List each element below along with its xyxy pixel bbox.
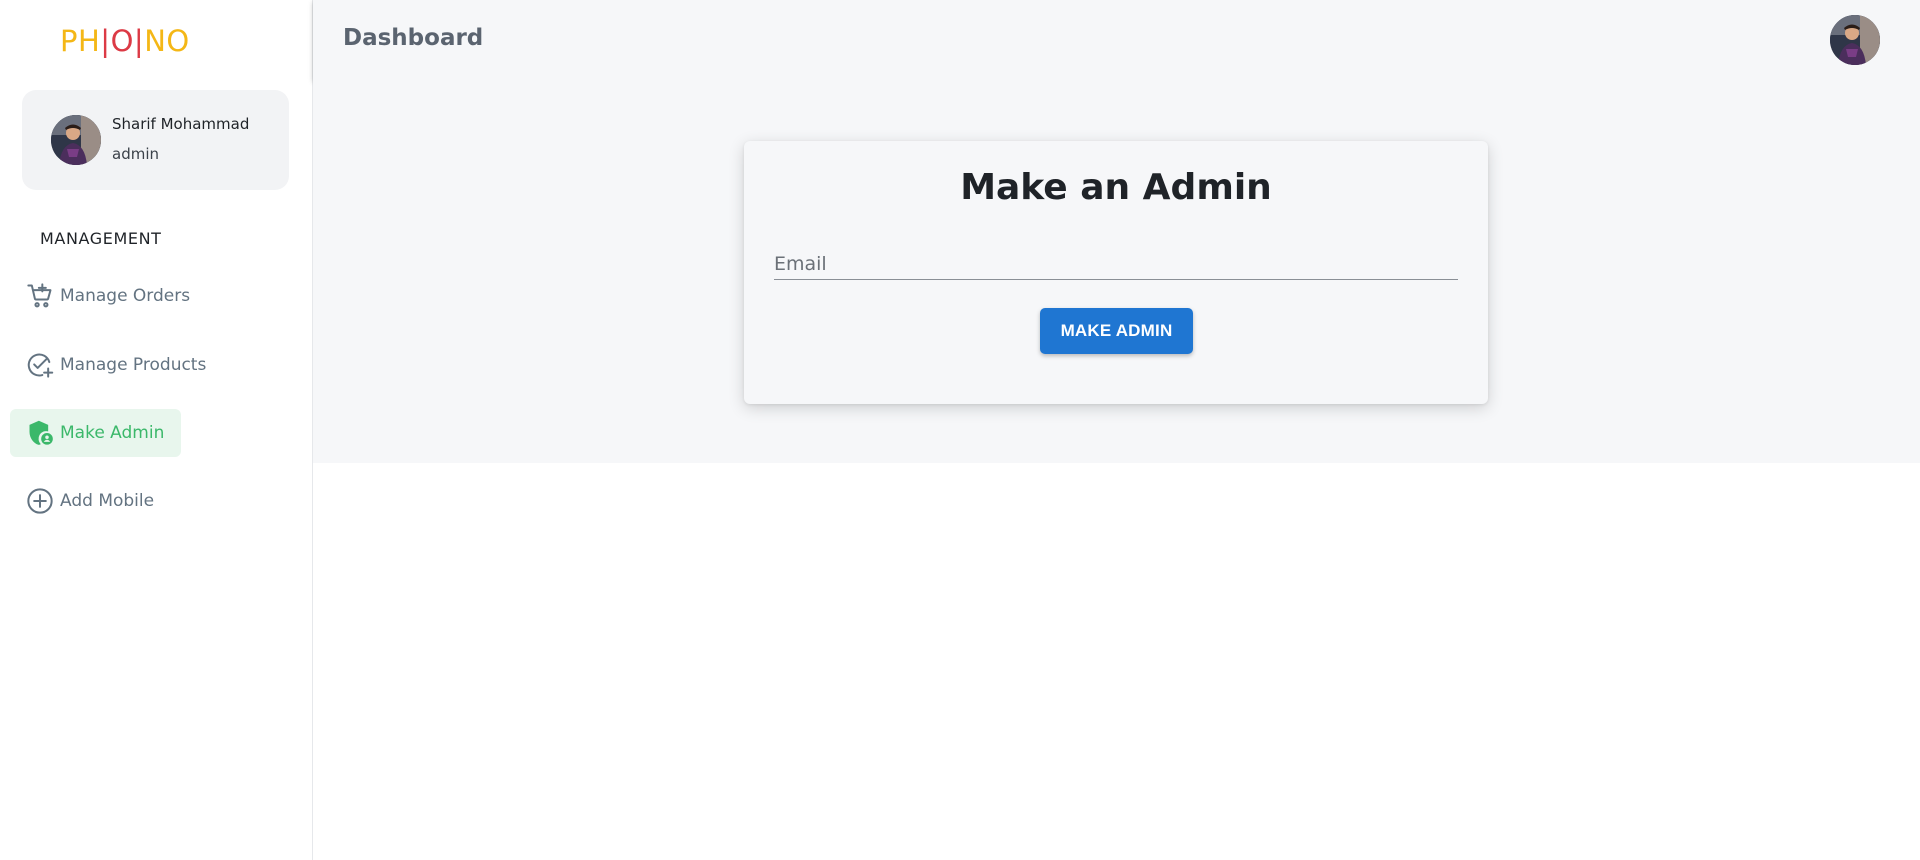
- make-admin-button[interactable]: MAKE ADMIN: [1040, 308, 1193, 354]
- nav-item-manage-products[interactable]: Manage Products: [10, 341, 206, 389]
- add-circle-icon: [27, 488, 53, 514]
- page-title: Dashboard: [343, 25, 484, 51]
- sidebar: PH|O|NO Sharif Mohammad admin MANAGEMENT…: [0, 0, 313, 860]
- nav-item-label: Add Mobile: [60, 491, 155, 511]
- section-title-management: MANAGEMENT: [40, 229, 162, 248]
- logo-separator: |: [100, 24, 111, 58]
- nav-item-label: Manage Products: [60, 355, 207, 375]
- make-admin-card: Make an Admin MAKE ADMIN: [744, 141, 1488, 404]
- nav-item-add-mobile[interactable]: Add Mobile: [10, 477, 154, 525]
- nav-item-manage-orders[interactable]: Manage Orders: [10, 272, 190, 320]
- header-avatar[interactable]: [1830, 15, 1880, 65]
- logo-part-no: NO: [144, 24, 190, 58]
- form-title: Make an Admin: [960, 167, 1272, 208]
- logo-part-o: O: [110, 24, 134, 58]
- logo-separator: |: [133, 24, 145, 58]
- logo-part-ph: PH: [60, 24, 101, 58]
- nav-item-label: Make Admin: [60, 423, 165, 443]
- user-name: Sharif Mohammad: [112, 115, 250, 133]
- user-avatar: [51, 115, 101, 165]
- check-add-icon: [27, 353, 54, 378]
- app-bar: Dashboard: [313, 0, 1920, 80]
- shield-account-icon: [29, 420, 53, 445]
- brand-logo[interactable]: PH|O|NO: [60, 24, 190, 58]
- nav-item-make-admin[interactable]: Make Admin: [10, 409, 181, 457]
- cart-add-icon: [27, 283, 52, 308]
- user-card: Sharif Mohammad admin: [22, 90, 289, 190]
- nav-item-label: Manage Orders: [60, 286, 191, 306]
- user-role: admin: [112, 145, 159, 163]
- email-field[interactable]: [774, 248, 1458, 280]
